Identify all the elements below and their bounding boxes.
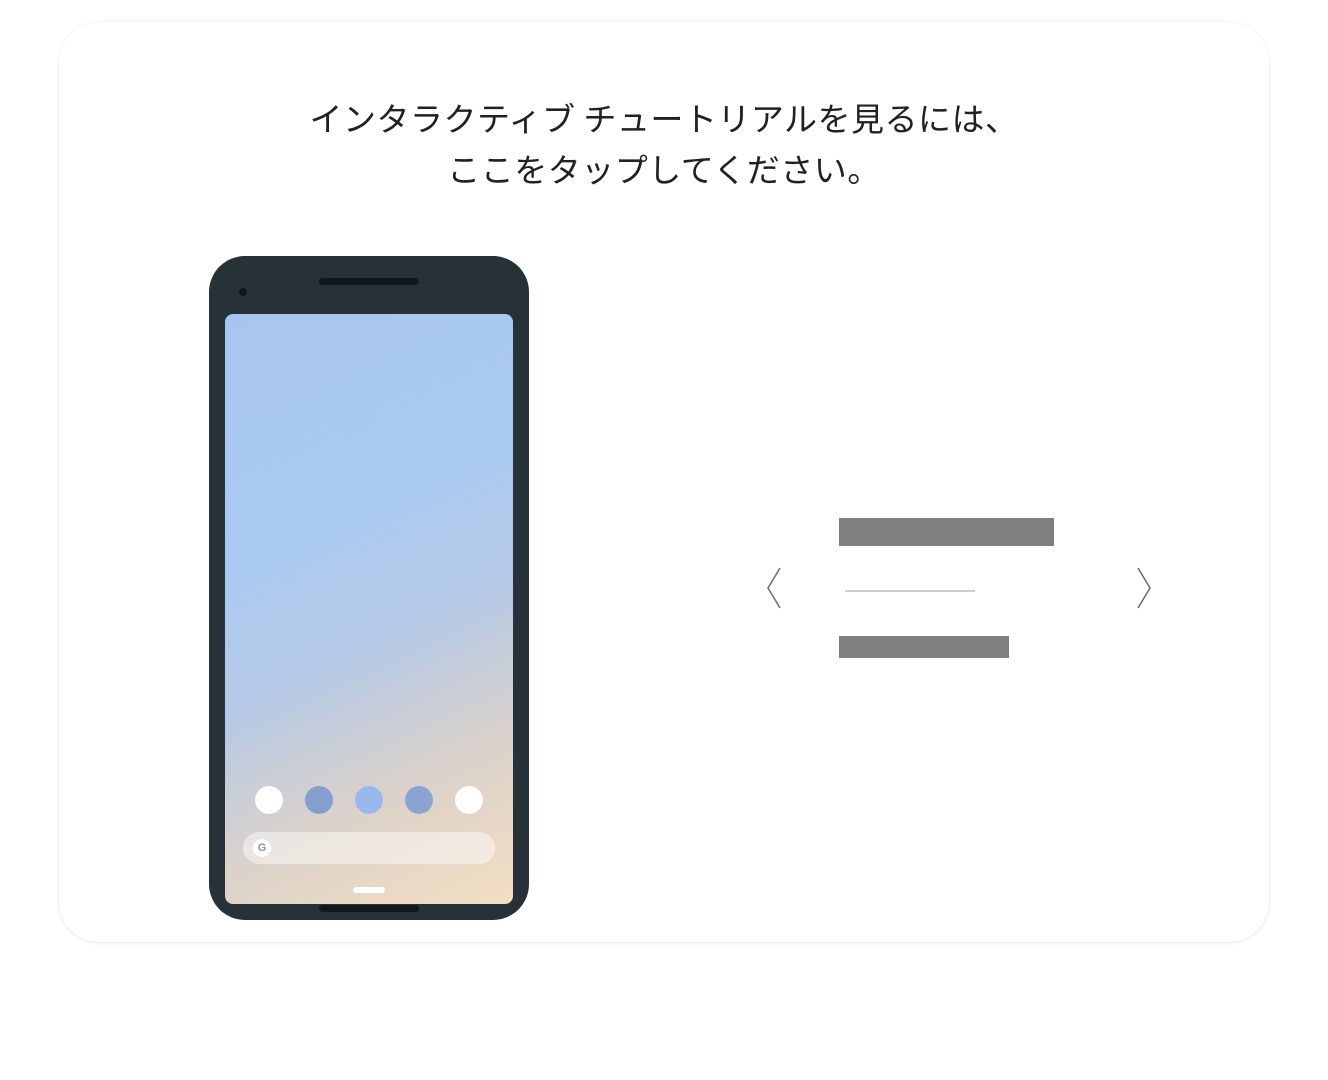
placeholder-bar — [839, 636, 1009, 658]
placeholder-bar — [839, 518, 1054, 546]
placeholder-content — [839, 518, 1079, 658]
phone-camera-icon — [239, 288, 247, 296]
dock-dot — [405, 786, 433, 814]
dock-dots — [225, 786, 513, 814]
google-g-icon: G — [253, 839, 271, 857]
dock-dot — [305, 786, 333, 814]
dock-dot — [355, 786, 383, 814]
content-row: G — [59, 234, 1269, 942]
phone-speaker-icon — [319, 278, 419, 285]
next-button[interactable] — [1129, 560, 1159, 616]
chevron-left-icon — [762, 564, 786, 612]
tutorial-heading: インタラクティブ チュートリアルを見るには、 ここをタップしてください。 — [309, 92, 1018, 194]
home-indicator-icon — [353, 887, 385, 893]
tutorial-card[interactable]: インタラクティブ チュートリアルを見るには、 ここをタップしてください。 G — [59, 22, 1269, 942]
chevron-right-icon — [1132, 564, 1156, 612]
phone-illustration: G — [209, 256, 529, 920]
heading-line-1: インタラクティブ チュートリアルを見るには、 — [309, 92, 1018, 143]
google-g-letter: G — [258, 842, 267, 854]
carousel — [759, 518, 1159, 658]
previous-button[interactable] — [759, 560, 789, 616]
dock-dot — [455, 786, 483, 814]
placeholder-line — [845, 590, 975, 592]
phone-screen: G — [225, 314, 513, 904]
dock-dot — [255, 786, 283, 814]
search-bar: G — [243, 832, 495, 864]
heading-line-2: ここをタップしてください。 — [309, 143, 1018, 194]
phone-bottom-speaker-icon — [319, 905, 419, 912]
